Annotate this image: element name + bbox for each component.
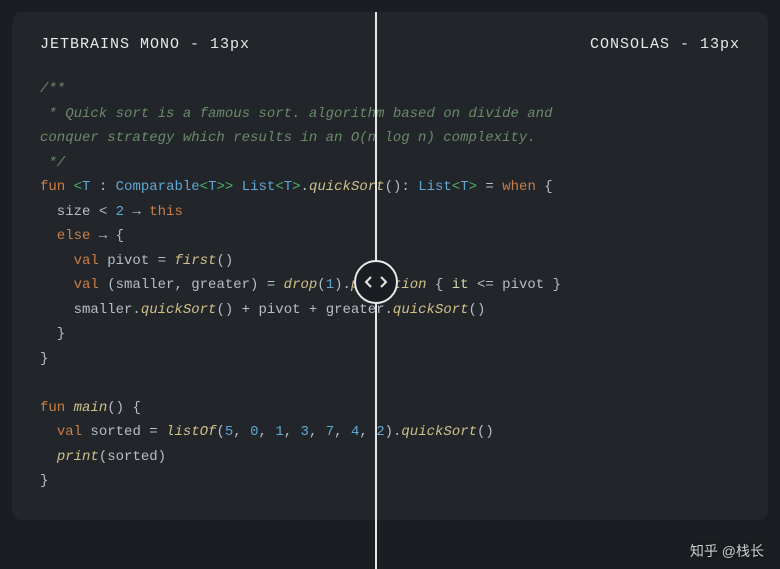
comment-line1: * Quick sort is a famous sort. algorithm… xyxy=(40,106,552,122)
kw-val: val xyxy=(74,253,99,269)
watermark: 知乎 @栈长 xyxy=(690,541,764,561)
kw-else: else xyxy=(40,228,90,244)
compare-slider-handle[interactable] xyxy=(354,260,398,304)
fn-listOf: listOf xyxy=(166,424,216,440)
left-font-label: JETBRAINS MONO - 13px xyxy=(40,36,250,53)
kw-it: it xyxy=(452,277,469,293)
type-List: List xyxy=(242,179,276,195)
type-Comparable: Comparable xyxy=(116,179,200,195)
fn-first: first xyxy=(174,253,216,269)
fn-quickSort: quickSort xyxy=(309,179,385,195)
kw-fun: fun xyxy=(40,179,65,195)
chevron-left-icon xyxy=(364,275,374,289)
comment-close: */ xyxy=(40,155,65,171)
fn-print: print xyxy=(57,449,99,465)
right-font-label: CONSOLAS - 13px xyxy=(590,36,740,53)
generic-open: < xyxy=(74,179,82,195)
fn-main: main xyxy=(74,400,108,416)
comment-line2: conquer strategy which results in an O(n… xyxy=(40,130,536,146)
chevron-right-icon xyxy=(378,275,388,289)
header-row: JETBRAINS MONO - 13px CONSOLAS - 13px xyxy=(40,36,740,53)
kw-when: when xyxy=(502,179,536,195)
fn-drop: drop xyxy=(284,277,318,293)
kw-this: this xyxy=(149,204,183,220)
comment-open: /** xyxy=(40,81,65,97)
